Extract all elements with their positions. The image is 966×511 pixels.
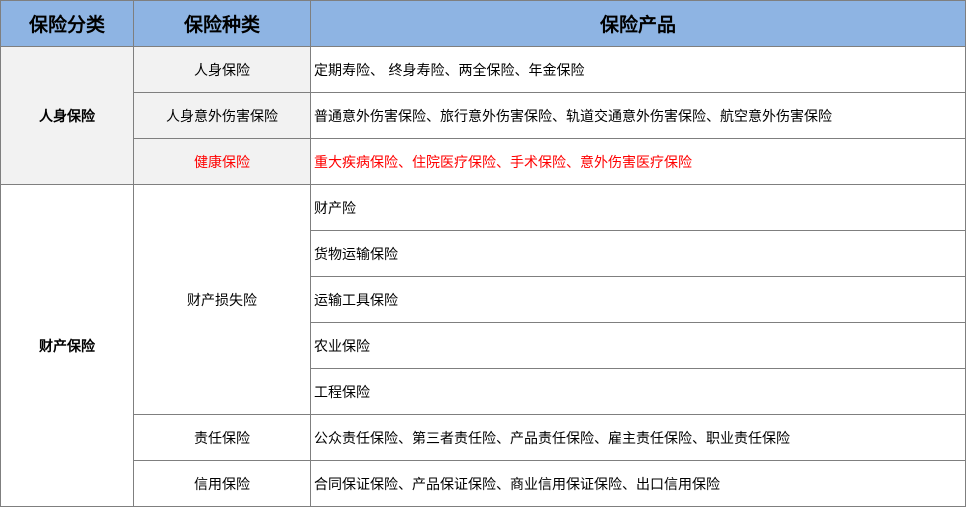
products-cell: 普通意外伤害保险、旅行意外伤害保险、轨道交通意外伤害保险、航空意外伤害保险 bbox=[310, 92, 966, 139]
products-cell: 财产险 bbox=[310, 184, 966, 231]
type-cell-highlight: 健康保险 bbox=[133, 138, 311, 185]
header-type: 保险种类 bbox=[133, 0, 311, 47]
table-row: 信用保险 合同保证保险、产品保证保险、商业信用保证保险、出口信用保险 bbox=[1, 460, 966, 507]
table-row: 人身意外伤害保险 普通意外伤害保险、旅行意外伤害保险、轨道交通意外伤害保险、航空… bbox=[1, 92, 966, 139]
insurance-table: 保险分类 保险种类 保险产品 人身保险 人身保险 定期寿险、 终身寿险、两全保险… bbox=[0, 0, 966, 507]
table-row: 人身保险 人身保险 定期寿险、 终身寿险、两全保险、年金保险 bbox=[0, 46, 966, 185]
products-cell: 合同保证保险、产品保证保险、商业信用保证保险、出口信用保险 bbox=[310, 460, 966, 507]
type-cell: 财产损失险 bbox=[133, 184, 311, 415]
category-personal: 人身保险 bbox=[0, 46, 134, 185]
type-cell: 人身意外伤害保险 bbox=[133, 92, 311, 139]
table-row: 责任保险 公众责任保险、第三者责任险、产品责任保险、雇主责任保险、职业责任保险 bbox=[1, 414, 966, 461]
products-cell: 工程保险 bbox=[310, 368, 966, 415]
header-row: 保险分类 保险种类 保险产品 bbox=[0, 0, 966, 47]
products-cell: 货物运输保险 bbox=[310, 230, 966, 277]
products-cell: 定期寿险、 终身寿险、两全保险、年金保险 bbox=[310, 46, 966, 93]
products-cell-highlight: 重大疾病保险、住院医疗保险、手术保险、意外伤害医疗保险 bbox=[310, 138, 966, 185]
header-category: 保险分类 bbox=[0, 0, 134, 47]
table-row: 财产保险 财产损失险 财产险 bbox=[0, 184, 966, 507]
header-products: 保险产品 bbox=[310, 0, 966, 47]
type-cell: 人身保险 bbox=[133, 46, 311, 93]
table-row: 健康保险 重大疾病保险、住院医疗保险、手术保险、意外伤害医疗保险 bbox=[1, 138, 966, 185]
type-cell: 信用保险 bbox=[133, 460, 311, 507]
products-cell: 运输工具保险 bbox=[310, 276, 966, 323]
category-property: 财产保险 bbox=[0, 184, 134, 507]
products-cell: 农业保险 bbox=[310, 322, 966, 369]
products-cell: 公众责任保险、第三者责任险、产品责任保险、雇主责任保险、职业责任保险 bbox=[310, 414, 966, 461]
type-cell: 责任保险 bbox=[133, 414, 311, 461]
